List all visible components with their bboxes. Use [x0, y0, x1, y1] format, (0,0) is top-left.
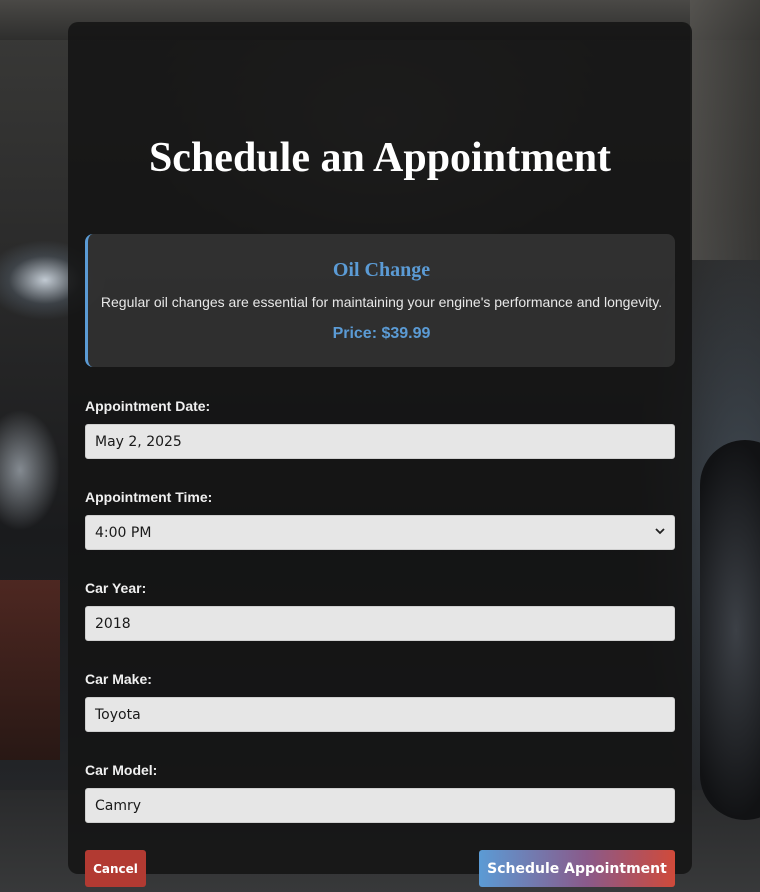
cancel-button[interactable]: Cancel	[85, 850, 146, 887]
service-info-box: Oil Change Regular oil changes are essen…	[85, 234, 675, 367]
service-description: Regular oil changes are essential for ma…	[100, 294, 663, 310]
car-model-value: Camry	[95, 797, 142, 814]
year-field-group: Car Year: 2018	[85, 580, 675, 641]
date-value: May 2, 2025	[95, 433, 182, 450]
make-field-group: Car Make: Toyota	[85, 671, 675, 732]
service-name: Oil Change	[332, 259, 431, 281]
car-make-input[interactable]: Toyota	[85, 697, 675, 732]
schedule-appointment-button[interactable]: Schedule Appointment	[479, 850, 675, 887]
model-field-group: Car Model: Camry	[85, 762, 675, 823]
date-label: Appointment Date:	[85, 398, 211, 414]
date-field-group: Appointment Date: May 2, 2025	[85, 398, 675, 459]
service-price: Price: $39.99	[332, 325, 431, 342]
car-year-value: 2018	[95, 615, 131, 632]
form-actions: Cancel Schedule Appointment	[85, 850, 675, 887]
page-title: Schedule an Appointment	[148, 135, 612, 181]
background-pillar	[690, 0, 760, 260]
time-select[interactable]: 4:00 PM	[85, 515, 675, 550]
car-year-input[interactable]: 2018	[85, 606, 675, 641]
model-label: Car Model:	[85, 762, 158, 778]
chevron-down-icon	[655, 527, 665, 538]
time-value: 4:00 PM	[95, 524, 152, 541]
appointment-card: Schedule an Appointment Oil Change Regul…	[68, 22, 692, 887]
time-field-group: Appointment Time: 4:00 PM	[85, 489, 675, 550]
background-car-wheel	[700, 440, 760, 820]
year-label: Car Year:	[85, 580, 147, 596]
background-tool-cabinet	[0, 580, 60, 760]
car-make-value: Toyota	[95, 706, 141, 723]
date-input[interactable]: May 2, 2025	[85, 424, 675, 459]
make-label: Car Make:	[85, 671, 152, 687]
car-model-input[interactable]: Camry	[85, 788, 675, 823]
time-label: Appointment Time:	[85, 489, 213, 505]
